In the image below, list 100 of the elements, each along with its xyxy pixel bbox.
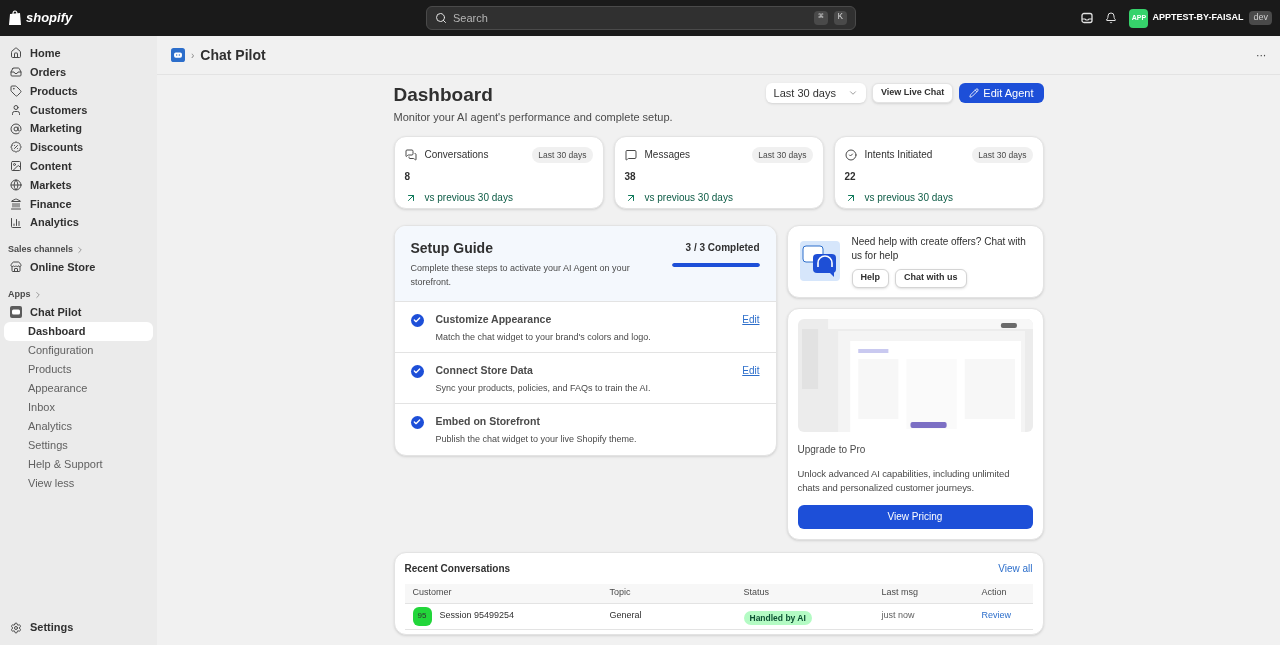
page-title: Dashboard xyxy=(393,83,494,107)
breadcrumb-separator: › xyxy=(191,48,195,63)
table-cell-text: just now xyxy=(881,609,916,623)
trend-text: vs previous 30 days xyxy=(424,191,513,206)
more-actions-button[interactable]: ··· xyxy=(1255,46,1266,64)
stat-label: Messages xyxy=(644,148,692,163)
support-chat-icon xyxy=(799,241,840,281)
search-input[interactable]: Search xyxy=(453,9,809,27)
person-icon xyxy=(10,103,22,116)
step-title: Customize Appearance xyxy=(435,311,553,327)
sidebar-subitem[interactable]: Help & Support xyxy=(4,454,153,474)
column-header: Customer xyxy=(412,586,453,600)
sidebar-subitem[interactable]: Settings xyxy=(4,435,153,455)
chat-bubble-icon xyxy=(624,148,637,161)
step-checkbox[interactable] xyxy=(410,313,424,327)
image-icon xyxy=(10,160,22,173)
period-badge: Last 30 days xyxy=(532,146,593,164)
settings-icon xyxy=(10,621,22,634)
edit-link[interactable]: Edit xyxy=(742,362,760,378)
search-icon xyxy=(435,12,447,24)
inbox-tray-icon[interactable] xyxy=(1081,12,1094,24)
chevron-down-icon xyxy=(848,88,858,98)
sidebar-item[interactable]: Finance xyxy=(4,194,153,214)
globe-icon xyxy=(10,178,22,191)
period-badge: Last 30 days xyxy=(752,146,813,164)
step-description: Sync your products, policies, and FAQs to train the AI. xyxy=(435,382,652,396)
checkmark-icon xyxy=(413,367,421,375)
section-heading[interactable]: Sales channels xyxy=(8,243,74,257)
logo-wordmark: shopify xyxy=(26,9,73,28)
sidebar-subitem[interactable]: Appearance xyxy=(4,378,153,398)
status-badge: Handled by AI xyxy=(743,611,812,625)
sidebar-subitem[interactable]: Analytics xyxy=(4,416,153,436)
sidebar-item[interactable]: Markets xyxy=(4,175,153,195)
column-header: Topic xyxy=(609,586,632,600)
page-subtitle: Monitor your AI agent's performance and complete setup. xyxy=(393,110,673,125)
sidebar-subitem[interactable]: Dashboard xyxy=(4,321,153,341)
table-cell-text: General xyxy=(609,609,643,623)
section-heading[interactable]: Apps xyxy=(8,288,31,302)
stat-value: 38 xyxy=(624,170,637,185)
sidebar-settings-item[interactable]: Settings xyxy=(4,618,153,637)
percent-badge-icon xyxy=(10,141,22,154)
edit-agent-button[interactable]: Edit Agent xyxy=(959,83,1044,103)
help-text: Need help with create offers? Chat with us for help xyxy=(851,234,1027,263)
checkmark-icon xyxy=(413,316,421,324)
notification-bell-icon[interactable] xyxy=(1105,12,1118,24)
step-checkbox[interactable] xyxy=(410,364,424,378)
shortcut-key: ⌘ xyxy=(814,11,828,25)
tag-icon xyxy=(10,85,22,97)
sidebar-item[interactable]: Home xyxy=(4,44,153,63)
sidebar-item[interactable]: Analytics xyxy=(4,213,153,232)
sidebar-item[interactable]: Online Store xyxy=(4,257,153,277)
stat-value: 22 xyxy=(844,170,857,185)
setup-guide-description: Complete these steps to activate your AI Agent on your storefront. xyxy=(410,261,631,289)
sidebar-item[interactable]: Products xyxy=(4,81,153,101)
step-description: Publish the chat widget to your live Shopify theme. xyxy=(435,433,638,447)
trend-text: vs previous 30 days xyxy=(864,191,953,206)
step-checkbox[interactable] xyxy=(410,415,424,429)
trend-text: vs previous 30 days xyxy=(644,191,733,206)
sidebar-item[interactable]: Discounts xyxy=(4,138,153,157)
view-all-link[interactable]: View all xyxy=(998,560,1033,576)
sidebar-item[interactable]: Content xyxy=(4,156,153,176)
upgrade-title: Upgrade to Pro xyxy=(797,442,867,457)
sidebar-subitem[interactable]: Inbox xyxy=(4,397,153,417)
view-live-chat-button[interactable]: View Live Chat xyxy=(872,83,954,103)
section-title: Recent Conversations xyxy=(404,561,511,576)
shortcut-key: K xyxy=(833,11,847,25)
column-header: Last msg xyxy=(881,586,919,600)
sidebar-subitem[interactable]: View less xyxy=(4,473,153,493)
bar-chart-icon xyxy=(10,216,22,229)
table-cell: Session 95499254 xyxy=(439,609,515,623)
customer-avatar: 95 xyxy=(412,606,432,626)
sidebar-subitem[interactable]: Products xyxy=(4,359,153,379)
chat-app-icon xyxy=(171,48,185,62)
stat-value: 8 xyxy=(404,170,412,185)
bank-icon xyxy=(10,197,22,210)
setup-guide-title: Setup Guide xyxy=(410,238,494,258)
upgrade-description: Unlock advanced AI capabilities, including unlimited chats and personalized customer journeys. xyxy=(797,466,1011,495)
home-icon xyxy=(10,47,22,60)
help-card-button[interactable]: Chat with us xyxy=(895,268,967,288)
chat-app-icon xyxy=(10,306,22,319)
column-header: Action xyxy=(981,586,1008,600)
column-header: Status xyxy=(743,586,770,600)
sidebar-item[interactable]: Customers xyxy=(4,100,153,120)
review-link[interactable]: Review xyxy=(981,609,1025,623)
help-card-button[interactable]: Help xyxy=(851,268,889,288)
step-title: Embed on Storefront xyxy=(435,413,541,429)
sidebar-subitem[interactable]: Configuration xyxy=(4,340,153,360)
store-name[interactable]: APPTEST-BY-FAISAL xyxy=(1152,11,1244,25)
edit-link[interactable]: Edit xyxy=(742,311,760,327)
storefront-icon xyxy=(10,261,22,274)
period-badge: Last 30 days xyxy=(972,146,1033,164)
sidebar-item[interactable]: Orders xyxy=(4,62,153,82)
sidebar-app-item[interactable]: Chat Pilot xyxy=(4,302,153,322)
sidebar-item[interactable]: Marketing xyxy=(4,119,153,138)
date-range-select[interactable]: Last 30 days xyxy=(765,83,866,103)
stat-label: Intents Initiated xyxy=(864,148,934,163)
view-pricing-button[interactable]: View Pricing xyxy=(797,504,1033,529)
inbox-icon xyxy=(10,66,22,79)
chat-bubbles-icon xyxy=(404,148,417,161)
search-field[interactable]: Search ⌘ K xyxy=(426,6,856,30)
